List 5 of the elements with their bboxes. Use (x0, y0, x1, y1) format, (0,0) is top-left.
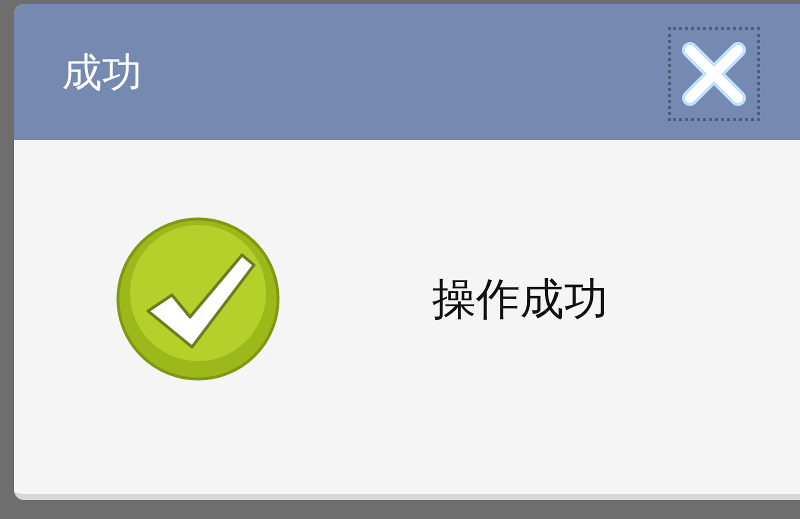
dialog-message: 操作成功 (432, 272, 608, 326)
checkmark-icon (114, 215, 282, 383)
close-button[interactable] (668, 27, 760, 121)
close-icon (680, 40, 748, 108)
dialog-title: 成功 (62, 48, 142, 98)
